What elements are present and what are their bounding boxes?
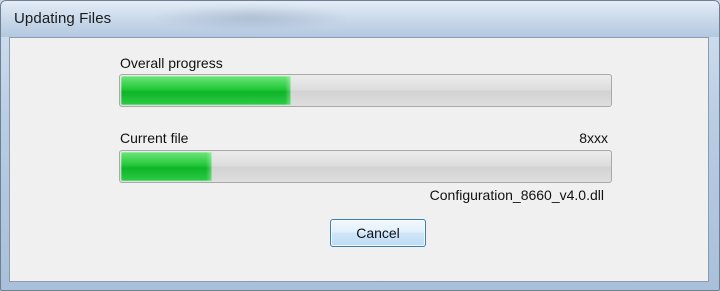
title-bar-glass [151,5,351,31]
current-file-progress-bar [119,150,612,183]
current-file-name: Configuration_8660_v4.0.dll [429,187,604,203]
overall-progress-label: Overall progress [120,55,223,71]
current-file-counter: 8xxx [579,130,608,146]
current-file-label: Current file [120,130,189,146]
cancel-button[interactable]: Cancel [330,219,426,247]
overall-progress-fill [121,76,291,105]
overall-progress-bar [119,74,612,107]
dialog-body: Overall progress Current file 8xxx Confi… [9,37,709,282]
window-title: Updating Files [14,10,112,27]
updating-files-dialog: Updating Files Overall progress Current … [0,0,720,291]
current-file-progress-fill [121,152,213,181]
title-bar[interactable]: Updating Files [1,1,719,37]
